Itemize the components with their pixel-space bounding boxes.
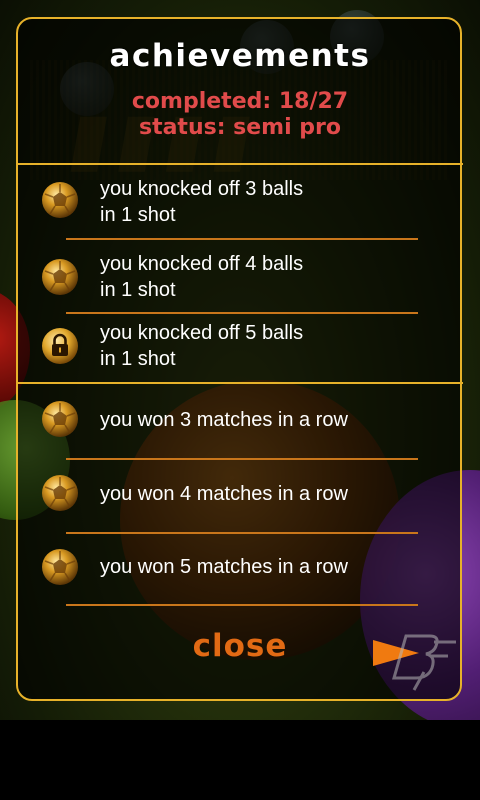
row-separator (66, 604, 418, 606)
row-separator (66, 312, 418, 314)
achievement-label: you knocked off 4 balls in 1 shot (100, 253, 304, 301)
lock-icon (41, 327, 79, 365)
row-separator (66, 458, 418, 460)
achievement-label: you knocked off 5 balls in 1 shot (100, 322, 304, 370)
achievement-label: you won 4 matches in a row (100, 483, 348, 505)
gold-ball-icon (41, 258, 79, 296)
achievement-label: you knocked off 3 balls in 1 shot (100, 178, 304, 226)
gold-ball-icon (41, 474, 79, 512)
page-title: achievements (109, 38, 371, 74)
achievement-label: you won 3 matches in a row (100, 409, 348, 431)
bf-logo-icon (384, 628, 460, 694)
gold-ball-icon (41, 548, 79, 586)
achievement-label: you won 5 matches in a row (100, 556, 348, 578)
section-divider (17, 382, 463, 384)
header-divider (17, 163, 463, 165)
gold-ball-icon (41, 400, 79, 438)
status-text: status: semi pro (138, 115, 342, 140)
row-separator (66, 532, 418, 534)
completed-count: completed: 18/27 (131, 89, 349, 114)
gold-ball-icon (41, 181, 79, 219)
row-separator (66, 238, 418, 240)
